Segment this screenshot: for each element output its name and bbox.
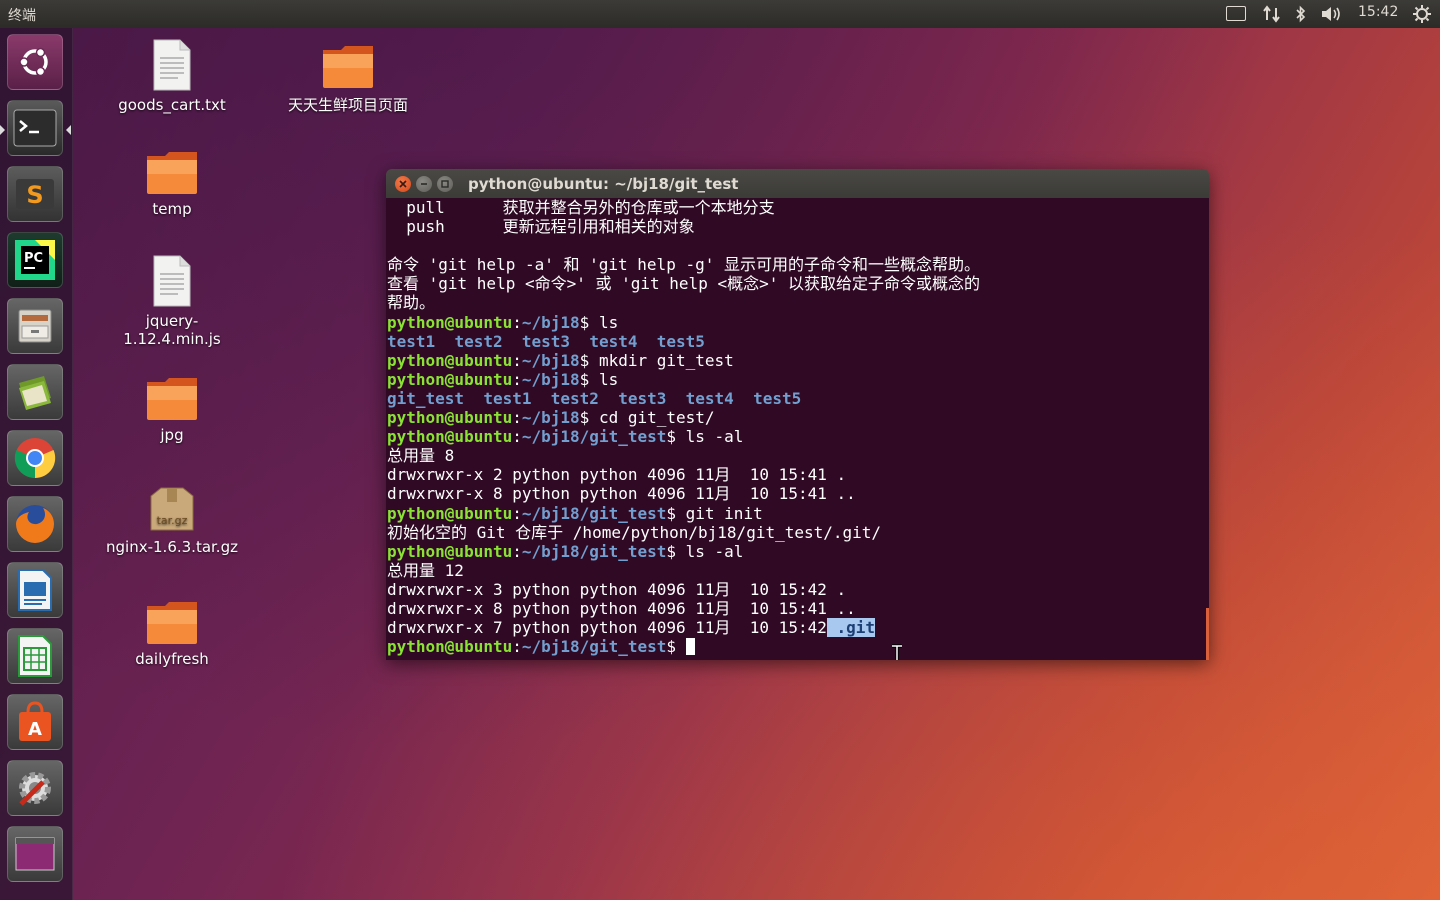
books-icon [19, 376, 51, 410]
folder-icon [147, 378, 197, 420]
system-settings-launcher-button[interactable] [7, 760, 63, 816]
ubuntu-logo-icon [19, 47, 48, 77]
output-line: drwxrwxr-x 7 python python 4096 11月 10 1… [387, 618, 876, 638]
workspace-switcher-launcher-button[interactable] [7, 826, 63, 882]
network-icon[interactable] [1262, 4, 1282, 24]
desktop-icon-goods-cart[interactable]: goods_cart.txt [97, 38, 247, 114]
output-line: 帮助。 [387, 293, 436, 313]
command-line: python@ubuntu:~/bj18/git_test$ ls -al [387, 541, 744, 561]
firefox-launcher-button[interactable] [7, 496, 63, 552]
text-file-icon [153, 39, 191, 91]
volume-icon[interactable] [1320, 4, 1344, 24]
desktop-icon-label: nginx-1.6.3.tar.gz [106, 538, 238, 556]
output-line: push 更新远程引用和相关的对象 [387, 217, 695, 237]
window-title: python@ubuntu: ~/bj18/git_test [468, 175, 739, 193]
desktop-icon-label: jquery-1.12.4.min.js [123, 312, 221, 348]
sublime-text-icon: S [16, 179, 54, 209]
output-line: 总用量 12 [387, 560, 464, 580]
gear-icon[interactable] [1412, 4, 1432, 24]
output-line: 总用量 8 [387, 446, 455, 466]
terminal-output[interactable]: pull 获取并整合另外的仓库或一个本地分支 push 更新远程引用和相关的对象… [386, 198, 1209, 660]
command-line: python@ubuntu:~/bj18/git_test$ ls -al [387, 427, 744, 447]
text-file-icon [153, 255, 191, 307]
minimize-button[interactable] [416, 176, 432, 192]
app-title: 终端 [8, 8, 36, 24]
sublime-text-launcher-button[interactable]: S [7, 166, 63, 222]
software-center-launcher-button[interactable]: A [7, 694, 63, 750]
libreoffice-calc-launcher-button[interactable] [7, 628, 63, 684]
ebook-reader-launcher-button[interactable] [7, 364, 63, 420]
output-line: drwxrwxr-x 8 python python 4096 11月 10 1… [387, 598, 856, 618]
close-button[interactable] [395, 176, 411, 192]
ubuntu-dash-button[interactable] [7, 34, 63, 90]
keyboard-icon[interactable] [1226, 4, 1246, 24]
ls-output: test1 test2 test3 test4 test5 [387, 331, 705, 351]
workspace-icon [15, 837, 55, 871]
desktop-icon-dailyfresh[interactable]: dailyfresh [97, 598, 247, 668]
svg-text:A: A [28, 719, 42, 740]
desktop-icon-nginx[interactable]: tar.gz nginx-1.6.3.tar.gz [97, 486, 247, 556]
scrollbar[interactable] [1206, 608, 1209, 660]
desktop-icon-label: temp [152, 200, 192, 218]
chrome-icon [14, 438, 56, 479]
output-line: pull 获取并整合另外的仓库或一个本地分支 [387, 198, 775, 217]
clock[interactable]: 15:42 [1358, 4, 1398, 24]
desktop-icon-jquery[interactable]: jquery-1.12.4.min.js [97, 254, 247, 348]
libreoffice-writer-launcher-button[interactable] [7, 562, 63, 618]
maximize-icon [441, 180, 449, 188]
folder-icon [147, 602, 197, 644]
terminal-icon [13, 109, 57, 147]
output-line: 查看 'git help <命令>' 或 'git help <概念>' 以获取… [387, 274, 980, 294]
command-line: python@ubuntu:~/bj18$ ls [387, 312, 619, 332]
file-cabinet-icon [18, 309, 52, 343]
command-line: python@ubuntu:~/bj18/git_test$ git init [387, 503, 763, 523]
pycharm-launcher-button[interactable]: PC [7, 232, 63, 288]
output-line: drwxrwxr-x 2 python python 4096 11月 10 1… [387, 465, 847, 485]
output-line: drwxrwxr-x 8 python python 4096 11月 10 1… [387, 484, 856, 504]
desktop-icon-project-pages[interactable]: 天天生鲜项目页面 [273, 42, 423, 115]
desktop-icon-label: goods_cart.txt [118, 96, 226, 114]
command-line: python@ubuntu:~/bj18$ mkdir git_test [387, 350, 734, 370]
output-line: drwxrwxr-x 3 python python 4096 11月 10 1… [387, 579, 847, 599]
firefox-icon [16, 505, 54, 543]
minimize-icon [421, 183, 427, 185]
output-line: 初始化空的 Git 仓库于 /home/python/bj18/git_test… [387, 522, 882, 542]
terminal-launcher-button[interactable] [7, 100, 63, 156]
launcher: S PC A [0, 28, 73, 900]
command-line: python@ubuntu:~/bj18$ ls [387, 369, 619, 389]
ls-output: git_test test1 test2 test3 test4 test5 [387, 388, 802, 408]
archive-icon: tar.gz [150, 487, 194, 531]
command-line: python@ubuntu:~/bj18$ cd git_test/ [387, 408, 715, 428]
close-icon [399, 180, 407, 188]
files-launcher-button[interactable] [7, 298, 63, 354]
active-prompt[interactable]: python@ubuntu:~/bj18/git_test$ [387, 637, 1209, 656]
terminal-window[interactable]: python@ubuntu: ~/bj18/git_test pull 获取并整… [386, 169, 1209, 660]
svg-text:tar.gz: tar.gz [157, 514, 188, 527]
bluetooth-icon[interactable] [1294, 4, 1308, 24]
ibeam-cursor-icon [892, 644, 902, 660]
terminal-titlebar[interactable]: python@ubuntu: ~/bj18/git_test [386, 169, 1209, 198]
desktop-icon-temp[interactable]: temp [97, 148, 247, 218]
desktop-icon-label: dailyfresh [135, 650, 209, 668]
writer-document-icon [18, 569, 52, 611]
folder-icon [147, 152, 197, 194]
pycharm-icon: PC [15, 240, 55, 280]
desktop-icon-label: jpg [160, 426, 184, 444]
calc-spreadsheet-icon [18, 635, 52, 677]
svg-text:S: S [26, 181, 43, 209]
output-line: 命令 'git help -a' 和 'git help -g' 显示可用的子命… [387, 255, 980, 275]
selected-text[interactable]: .git [826, 618, 876, 638]
desktop-icon-label: 天天生鲜项目页面 [287, 96, 408, 114]
top-panel: 终端 15:42 [0, 0, 1440, 28]
folder-icon [323, 46, 373, 88]
desktop-icon-jpg[interactable]: jpg [97, 374, 247, 444]
svg-text:PC: PC [24, 251, 43, 266]
chrome-launcher-button[interactable] [7, 430, 63, 486]
text-cursor [685, 638, 695, 656]
shopping-bag-icon: A [19, 701, 51, 741]
maximize-button[interactable] [437, 176, 453, 192]
settings-wrench-icon [19, 772, 51, 806]
